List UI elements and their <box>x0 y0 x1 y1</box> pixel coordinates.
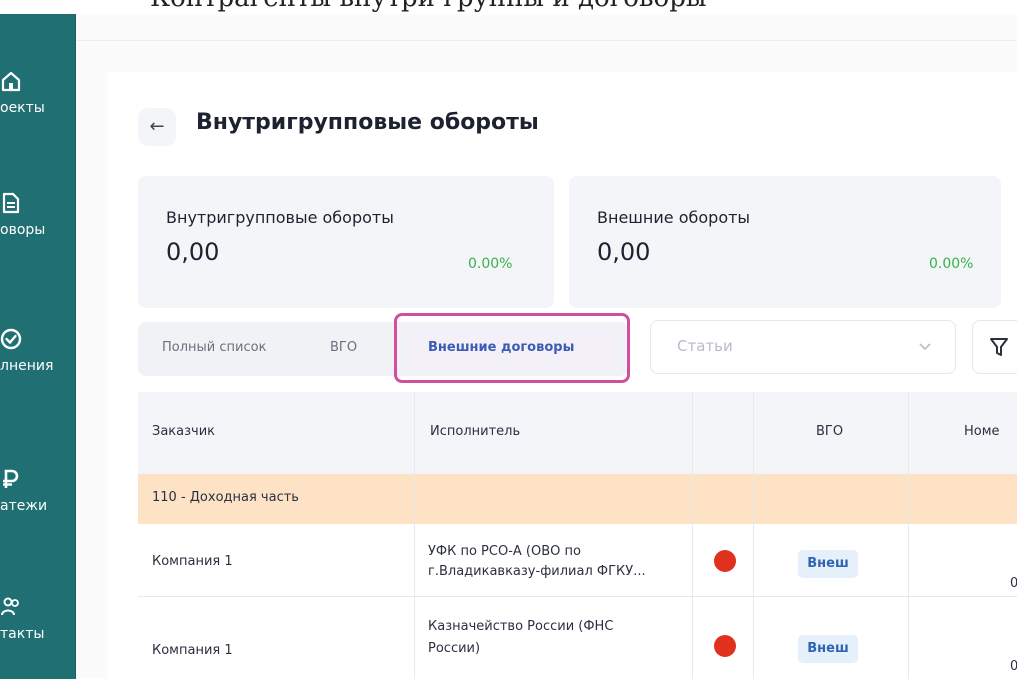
sidebar-item-projects[interactable]: оекты <box>0 70 76 140</box>
column-divider <box>753 392 754 679</box>
status-dot <box>714 550 736 572</box>
back-button[interactable]: ← <box>138 108 176 146</box>
column-divider <box>692 392 693 679</box>
contracts-table: Заказчик Исполнитель ВГО Номе 110 - Дохо… <box>138 392 1017 679</box>
executor-cell-line2: России) <box>428 641 481 656</box>
vgo-badge[interactable]: Внеш <box>798 550 858 578</box>
sidebar-item-executions[interactable]: лнения <box>0 328 76 398</box>
document-icon <box>0 192 22 214</box>
card-value: 0,00 <box>597 238 651 266</box>
sidebar-item-label: оворы <box>0 222 46 238</box>
divider <box>76 40 1017 41</box>
card-percent: 0.00% <box>468 256 513 272</box>
internal-turnover-card: Внутригрупповые обороты 0,00 0.00% <box>138 176 554 308</box>
sidebar-item-label: лнения <box>0 358 54 374</box>
customer-cell: Компания 1 <box>152 554 233 569</box>
customer-cell: Компания 1 <box>152 643 233 658</box>
select-placeholder: Статьи <box>677 337 733 355</box>
number-cell: 0 <box>1010 576 1017 591</box>
chevron-down-icon <box>917 338 933 354</box>
column-header[interactable]: Заказчик <box>152 424 215 439</box>
external-turnover-card: Внешние обороты 0,00 0.00% <box>569 176 1001 308</box>
sidebar-item-label: такты <box>0 626 45 642</box>
table-row[interactable]: Компания 1 Казначейство России (ФНС Росс… <box>138 597 1017 674</box>
tab-label: Внешние договоры <box>428 340 575 355</box>
card-title: Внешние обороты <box>597 208 751 227</box>
column-divider <box>908 392 909 679</box>
sidebar-item-contacts[interactable]: такты <box>0 596 76 666</box>
users-icon <box>0 596 22 618</box>
column-header[interactable]: ВГО <box>816 424 843 439</box>
filter-icon <box>989 336 1009 358</box>
executor-cell-line1: УФК по РСО-А (ОВО по <box>428 544 581 559</box>
caption-text: Контрагенты внутри группы и договоры <box>150 0 707 13</box>
card-value: 0,00 <box>166 238 220 266</box>
sidebar-item-label: оекты <box>0 100 45 116</box>
sidebar: оекты оворы лнения атежи такты <box>0 14 76 679</box>
ruble-icon <box>0 468 22 490</box>
executor-cell-line1: Казначейство России (ФНС <box>428 619 614 634</box>
card-title: Внутригрупповые обороты <box>166 208 394 227</box>
tab-vgo[interactable]: ВГО <box>330 340 357 355</box>
arrow-left-icon: ← <box>149 116 165 137</box>
column-header[interactable]: Исполнитель <box>430 424 520 439</box>
page-caption: Контрагенты внутри группы и договоры <box>0 0 1017 14</box>
sidebar-item-payments[interactable]: атежи <box>0 468 76 538</box>
vgo-badge[interactable]: Внеш <box>798 635 858 663</box>
number-cell: 0 <box>1010 659 1017 674</box>
group-row[interactable]: 110 - Доходная часть <box>138 474 1017 524</box>
status-dot <box>714 635 736 657</box>
group-label: 110 - Доходная часть <box>152 490 299 505</box>
home-icon <box>0 70 22 92</box>
sidebar-item-label: атежи <box>0 498 48 514</box>
articles-select[interactable]: Статьи <box>650 320 956 374</box>
check-circle-icon <box>0 328 22 350</box>
column-divider <box>414 392 415 679</box>
table-header: Заказчик Исполнитель ВГО Номе <box>138 392 1017 474</box>
executor-cell-line2: г.Владикавказу-филиал ФГКУ... <box>428 564 646 579</box>
filter-button[interactable] <box>972 320 1017 374</box>
column-header[interactable]: Номе <box>964 424 1000 439</box>
card-percent: 0.00% <box>929 256 974 272</box>
table-row[interactable]: Компания 1 УФК по РСО-А (ОВО по г.Владик… <box>138 524 1017 596</box>
tab-external-contracts[interactable]: Внешние договоры <box>408 326 616 370</box>
sidebar-item-contracts[interactable]: оворы <box>0 192 76 262</box>
tab-full-list[interactable]: Полный список <box>162 340 266 355</box>
page-title: Внутригрупповые обороты <box>196 110 539 135</box>
